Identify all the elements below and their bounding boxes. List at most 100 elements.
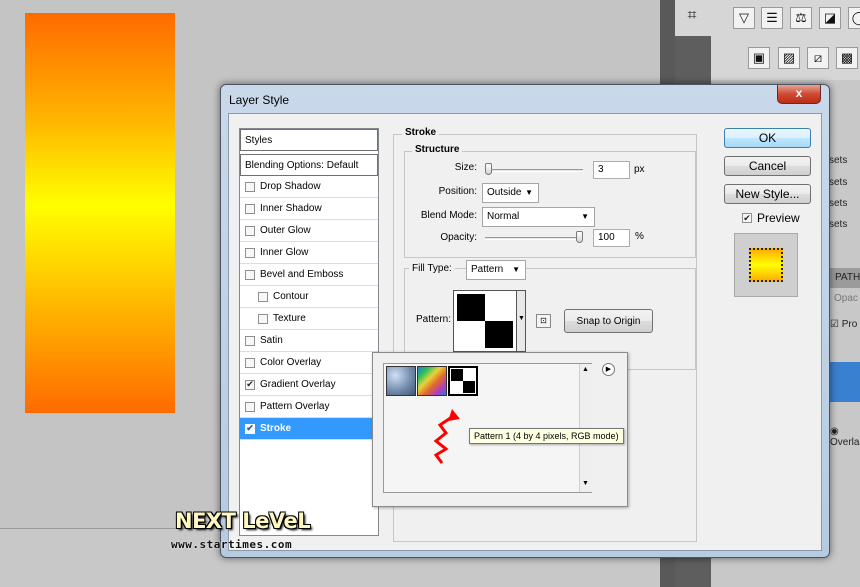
new-style-button[interactable]: New Style... [724,184,811,204]
style-item[interactable]: ✔ Gradient Overlay [240,374,378,396]
checkbox-icon[interactable] [245,357,255,368]
chevron-down-icon: ▼ [525,188,533,197]
gradient-layer-shape [25,13,175,413]
size-unit: px [634,164,645,175]
style-item[interactable]: ✔ Stroke [240,418,378,440]
blending-options-item[interactable]: Blending Options: Default [240,154,378,176]
style-item[interactable]: Inner Glow [240,242,378,264]
checker-pattern-swatch[interactable] [448,366,478,396]
fill-type-select[interactable]: Pattern ▼ [466,260,526,280]
picker-menu-icon[interactable]: ▶ [602,363,615,376]
checkbox-checked-icon[interactable]: ✔ [245,379,255,390]
preview-label: Preview [757,211,800,225]
style-item[interactable]: Drop Shadow [240,176,378,198]
channel-mixer-icon[interactable]: ▣ [748,47,770,69]
exposure-icon[interactable]: ◪ [819,7,841,29]
bubbles-pattern-swatch[interactable] [386,366,416,396]
ok-button[interactable]: OK [724,128,811,148]
checkbox-checked-icon[interactable]: ✔ [245,423,255,434]
style-item[interactable]: Satin [240,330,378,352]
pattern-tooltip: Pattern 1 (4 by 4 pixels, RGB mode) [469,428,624,444]
style-item[interactable]: Outer Glow [240,220,378,242]
size-slider[interactable] [485,169,583,172]
opacity-slider-thumb[interactable] [576,231,583,243]
checkbox-icon[interactable] [245,225,255,236]
side-snippet: sets [829,177,848,188]
fill-type-value: Pattern [471,264,504,275]
checkbox-icon[interactable] [245,247,255,258]
style-item[interactable]: Pattern Overlay [240,396,378,418]
side-snippet: ☑ Pro [830,319,858,330]
selected-layer-row[interactable] [830,362,860,402]
curves-icon[interactable]: ☰ [761,7,783,29]
stroke-title: Stroke [402,127,440,138]
style-item-label: Pattern Overlay [260,401,330,412]
blend-mode-select[interactable]: Normal ▼ [482,207,595,227]
chevron-down-icon: ▼ [512,265,520,274]
snap-to-origin-button[interactable]: Snap to Origin [564,309,653,333]
style-item-label: Bevel and Emboss [260,269,344,280]
size-label: Size: [454,162,477,173]
styles-list: Styles Blending Options: Default Drop Sh… [239,128,379,536]
style-item[interactable]: Contour [240,286,378,308]
pattern-label: Pattern: [415,314,451,325]
style-item-label: Gradient Overlay [260,379,336,390]
fill-type-label: Fill Type: [409,263,455,274]
adjustments-panel: ▽ ☰ ⚖ ◪ ◯ ▣ ▨ ⧄ ▩ [711,0,860,80]
style-item[interactable]: Texture [240,308,378,330]
chevron-down-icon: ▼ [518,315,525,322]
balance-icon[interactable]: ⚖ [790,7,812,29]
style-item-label: Color Overlay [260,357,322,368]
checkbox-icon[interactable] [245,181,255,192]
opacity-slider[interactable] [485,237,583,240]
preview-toggle[interactable]: ✔ Preview [737,211,800,225]
invert-icon[interactable]: ▨ [778,47,800,69]
style-item[interactable]: Inner Shadow [240,198,378,220]
style-item-label: Inner Glow [260,247,309,258]
side-snippet: sets [829,219,848,230]
scroll-down-icon[interactable]: ▼ [582,480,589,487]
checkbox-icon[interactable] [245,401,255,412]
threshold-icon[interactable]: ▩ [836,47,858,69]
dialog-title: Layer Style [229,93,290,107]
checkbox-icon[interactable] [245,203,255,214]
rainbow-pattern-swatch[interactable] [417,366,447,396]
style-item[interactable]: Color Overlay [240,352,378,374]
paths-tab[interactable]: PATH [829,268,860,288]
chevron-down-icon: ▼ [581,212,589,221]
size-slider-thumb[interactable] [485,163,492,175]
side-snippet: sets [829,155,848,166]
crop-icon[interactable]: ⌗ [683,7,701,25]
checkbox-icon[interactable] [245,335,255,346]
style-item-label: Outer Glow [260,225,311,236]
checker-pattern-preview [457,294,513,348]
close-button[interactable]: x [777,85,821,104]
posterize-icon[interactable]: ⧄ [807,47,829,69]
position-value: Outside [487,187,522,198]
position-select[interactable]: Outside ▼ [482,183,539,203]
style-item-label: Inner Shadow [260,203,322,214]
preview-checkbox[interactable]: ✔ [742,213,752,223]
opacity-input[interactable]: 100 [593,229,630,247]
styles-header[interactable]: Styles [240,129,378,151]
side-snippet: sets [829,198,848,209]
cancel-button[interactable]: Cancel [724,156,811,176]
vibrance-icon[interactable]: ◯ [848,7,860,29]
checkbox-icon[interactable] [258,313,268,324]
size-input[interactable]: 3 [593,161,630,179]
levels-icon[interactable]: ▽ [733,7,755,29]
new-preset-icon[interactable]: ⊡ [536,314,551,328]
checker-icon [451,369,475,393]
style-item-label: Satin [260,335,283,346]
blend-mode-label: Blend Mode: [420,210,477,221]
style-item-label: Drop Shadow [260,181,321,192]
opacity-unit: % [635,231,644,242]
style-item-label: Stroke [260,423,292,434]
style-item[interactable]: Bevel and Emboss [240,264,378,286]
pattern-preview[interactable] [453,290,517,352]
checkbox-icon[interactable] [245,269,255,280]
scroll-up-icon[interactable]: ▲ [582,366,589,373]
checkbox-icon[interactable] [258,291,268,302]
style-preview-box [734,233,798,297]
pattern-dropdown-button[interactable]: ▼ [516,290,526,352]
